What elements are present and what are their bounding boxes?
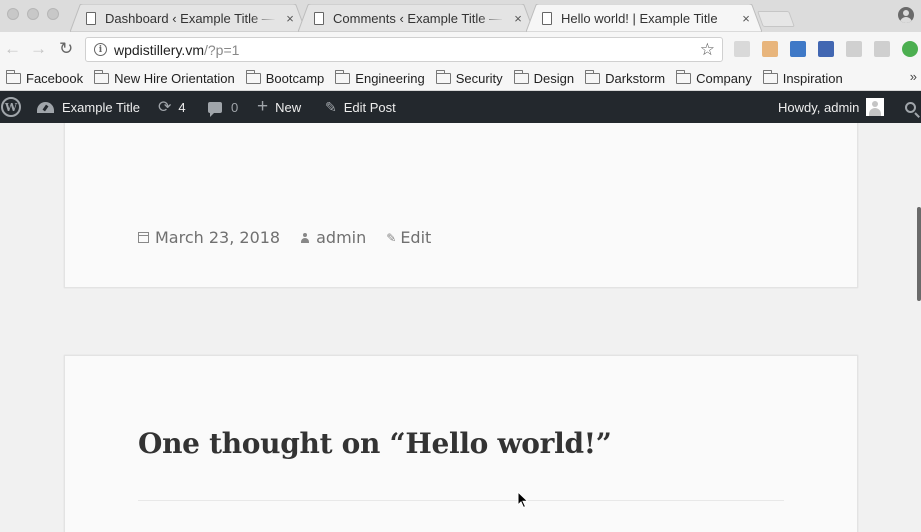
- post-edit-link[interactable]: ✎ Edit: [386, 228, 431, 247]
- facebook-ext-2-icon[interactable]: [846, 41, 862, 57]
- comments-card: One thought on “Hello world!”: [64, 355, 858, 532]
- close-tab-icon[interactable]: ×: [740, 11, 752, 26]
- reload-button[interactable]: ↻: [59, 40, 73, 58]
- tab-dashboard[interactable]: Dashboard ‹ Example Title — WordPress ×: [70, 4, 306, 32]
- tab-hello-world[interactable]: Hello world! | Example Title ×: [526, 4, 762, 32]
- edit-post-link[interactable]: ✎ Edit Post: [325, 91, 396, 123]
- browser-toolbar: ← → ↻ i wpdistillery.vm/?p=1 ☆: [0, 32, 921, 66]
- wp-admin-bar: W Example Title ⟳ 4 0 + New ✎ Edit Post …: [0, 91, 921, 123]
- avatar: [866, 98, 885, 116]
- post-edit-label: Edit: [400, 228, 432, 247]
- bookmark-darkstorm[interactable]: Darkstorm: [585, 69, 665, 86]
- post-date: March 23, 2018: [155, 228, 281, 247]
- tab-title: Hello world! | Example Title: [561, 10, 718, 26]
- bookmark-star-icon[interactable]: ☆: [700, 40, 715, 60]
- bookmark-engineering[interactable]: Engineering: [335, 69, 425, 86]
- f-ext-icon[interactable]: [874, 41, 890, 57]
- author-icon: [300, 232, 310, 244]
- close-window-button[interactable]: [7, 8, 19, 20]
- dashboard-icon: [37, 101, 54, 113]
- tab-title: Comments ‹ Example Title — WordPress: [333, 10, 504, 26]
- url-host: wpdistillery.vm: [114, 41, 204, 58]
- bookmark-company[interactable]: Company: [676, 69, 752, 86]
- updates-menu[interactable]: ⟳ 4: [158, 91, 186, 123]
- bookmark-bootcamp[interactable]: Bootcamp: [245, 69, 324, 86]
- edit-post-label: Edit Post: [343, 99, 396, 115]
- comments-count: 0: [231, 99, 239, 115]
- folder-icon: [245, 69, 261, 84]
- search-icon: [905, 101, 916, 113]
- bookmarks-bar: Facebook New Hire Orientation Bootcamp E…: [0, 66, 921, 91]
- site-name-menu[interactable]: Example Title: [37, 91, 140, 123]
- folder-icon: [435, 69, 451, 84]
- bookmark-new-hire-orientation[interactable]: New Hire Orientation: [94, 69, 235, 86]
- folder-icon: [94, 69, 110, 84]
- post-date-link[interactable]: March 23, 2018: [138, 228, 280, 247]
- post-card: March 23, 2018 admin ✎ Edit: [64, 123, 858, 288]
- bookmark-facebook[interactable]: Facebook: [6, 69, 83, 86]
- howdy-label: Howdy, admin: [778, 99, 860, 115]
- folder-icon: [6, 69, 21, 84]
- folder-icon: [585, 69, 601, 84]
- facebook-ext-icon[interactable]: [818, 41, 834, 57]
- close-tab-icon[interactable]: ×: [284, 11, 296, 26]
- bookmarks-overflow-button[interactable]: »: [910, 69, 917, 84]
- post-author: admin: [316, 228, 367, 247]
- wp-logo-menu[interactable]: W: [0, 91, 22, 123]
- tab-comments[interactable]: Comments ‹ Example Title — WordPress ×: [298, 4, 534, 32]
- page-icon: [86, 11, 96, 25]
- close-tab-icon[interactable]: ×: [512, 11, 524, 26]
- comments-icon: [208, 101, 222, 117]
- back-button[interactable]: ←: [4, 40, 21, 58]
- comments-title: One thought on “Hello world!”: [138, 427, 612, 460]
- zoom-window-button[interactable]: [47, 8, 59, 20]
- wordpress-logo-icon: W: [1, 97, 21, 117]
- bookmark-security[interactable]: Security: [435, 69, 503, 86]
- plus-icon: +: [257, 96, 269, 117]
- info-icon[interactable]: i: [94, 43, 107, 56]
- page-icon: [542, 11, 552, 25]
- url-path: /?p=1: [203, 41, 240, 58]
- post-author-link[interactable]: admin: [300, 228, 366, 247]
- forward-button[interactable]: →: [30, 40, 47, 58]
- address-bar[interactable]: i wpdistillery.vm/?p=1 ☆: [85, 37, 723, 62]
- new-label: New: [275, 99, 302, 115]
- folder-icon: [513, 69, 529, 84]
- calendar-icon: [138, 232, 149, 243]
- pencil-icon: ✎: [325, 98, 337, 115]
- new-content-menu[interactable]: + New: [257, 91, 301, 123]
- search-button[interactable]: [905, 91, 916, 123]
- post-meta: March 23, 2018 admin ✎ Edit: [138, 228, 451, 247]
- tab-strip: Dashboard ‹ Example Title — WordPress × …: [0, 0, 921, 32]
- tab-title: Dashboard ‹ Example Title — WordPress: [105, 10, 276, 26]
- updates-count: 4: [178, 99, 186, 115]
- extension-1-icon[interactable]: [734, 41, 750, 57]
- scrollbar[interactable]: [917, 207, 921, 301]
- folder-icon: [335, 69, 351, 84]
- upload-ext-icon[interactable]: [902, 41, 918, 57]
- profile-icon[interactable]: [898, 7, 914, 23]
- pencil-icon: ✎: [386, 230, 397, 245]
- site-name: Example Title: [62, 99, 141, 115]
- bookmark-design[interactable]: Design: [513, 69, 574, 86]
- page-icon: [314, 11, 324, 25]
- comments-menu[interactable]: 0: [208, 91, 238, 123]
- bookmark-inspiration[interactable]: Inspiration: [762, 69, 843, 86]
- my-account-menu[interactable]: Howdy, admin: [778, 91, 885, 123]
- folder-icon: [676, 69, 692, 84]
- updates-icon: ⟳: [158, 99, 172, 116]
- mouse-cursor-icon: [517, 491, 529, 509]
- new-tab-button[interactable]: [757, 11, 795, 27]
- folder-icon: [762, 69, 778, 84]
- page-content: March 23, 2018 admin ✎ Edit One thought …: [0, 123, 921, 532]
- bookmark-ext-icon[interactable]: [790, 41, 806, 57]
- extension-2-icon[interactable]: [762, 41, 778, 57]
- minimize-window-button[interactable]: [27, 8, 39, 20]
- comments-divider: [138, 500, 784, 501]
